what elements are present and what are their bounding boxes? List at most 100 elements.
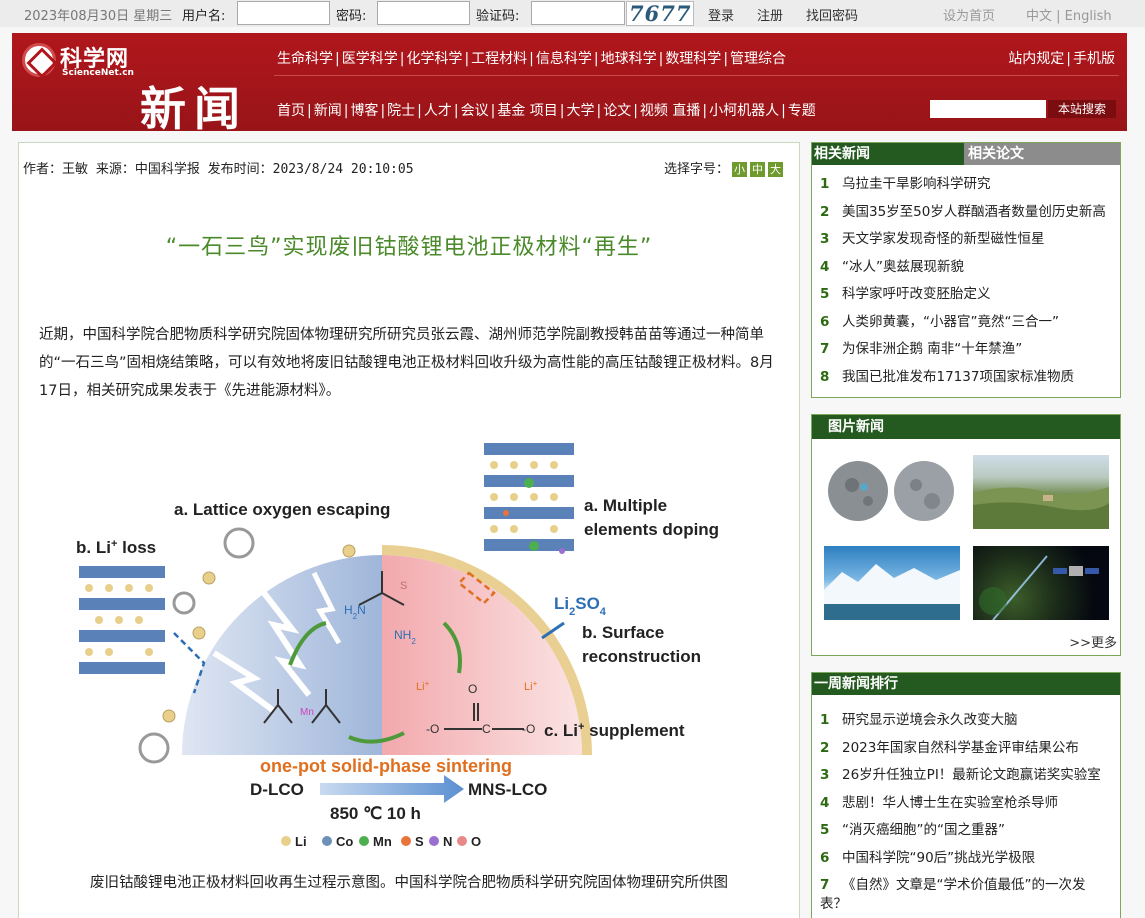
list-item[interactable]: 7 《自然》文章是“学术价值最低”的一次发表？ [820,872,1110,914]
captcha-image[interactable]: 7677 [626,1,694,26]
nav-math-physics[interactable]: 数理科学 [665,51,721,67]
article-figure: a. Lattice oxygen escaping b. Li+ loss a… [64,433,754,858]
font-size-selector: 选择字号：小中大 [664,158,783,177]
atom-neg-o-label-2: -O [522,722,535,736]
mobile-version-link[interactable]: 手机版 [1073,51,1115,67]
list-item[interactable]: 4 “冰人”奥兹展现新貌 [820,254,1106,282]
password-input[interactable] [377,1,470,25]
nav-news[interactable]: 新闻 [314,103,342,119]
recycling-schematic: a. Lattice oxygen escaping b. Li+ loss a… [76,443,719,849]
list-item[interactable]: 6 中国科学院“90后”挑战光学极限 [820,845,1110,873]
label-multi-doping-2: elements doping [584,520,719,539]
nav-conference[interactable]: 会议 [461,103,489,119]
nav-management[interactable]: 管理综合 [730,51,786,67]
list-item[interactable]: 8 我国已批准发布17137项国家标准物质 [820,364,1106,392]
current-date: 2023年08月30日 星期三 [24,9,173,24]
related-news-list: 1 乌拉圭干旱影响科学研究 2 美国35岁至50岁人群酗酒者数量创历史新高 3 天文学… [820,171,1106,391]
moon-craters-image [828,461,954,521]
article-title: “一石三鸟”实现废旧钴酸锂电池正极材料“再生” [165,235,653,260]
header-divider [274,75,1119,76]
nav-video-live[interactable]: 视频 直播 [640,103,700,119]
language-switch[interactable]: 中文 | English [1026,5,1112,24]
label-condition: 850 ℃ 10 h [330,804,421,823]
captcha-input[interactable] [531,1,625,25]
process-arrow [320,775,464,803]
label-surface-2: reconstruction [582,647,701,666]
article-body: 近期，中国科学院合肥物质科学研究院固体物理研究所研究员张云霞、湖州师范学院副教授… [39,327,774,399]
list-item[interactable]: 4 悲剧！华人博士生在实验室枪杀导师 [820,790,1110,818]
list-item[interactable]: 3 26岁升任独立PI！最新论文跑赢诺奖实验室 [820,762,1110,790]
list-item[interactable]: 5 “消灭癌细胞”的“国之重器” [820,817,1110,845]
font-medium-button[interactable]: 中 [750,162,765,177]
label-surface-1: b. Surface [582,623,664,642]
legend-li: Li [295,834,307,849]
forgot-password-link[interactable]: 找回密码 [806,5,858,24]
list-item[interactable]: 2 2023年国家自然科学基金评审结果公布 [820,735,1110,763]
weekly-ranking-box: 一周新闻排行 1 研究显示逆境会永久改变大脑 2 2023年国家自然科学基金评审结果… [811,672,1121,918]
subject-nav: 生命科学 | 医学科学 | 化学科学 | 工程材料 | 信息科学 | 地球科学 | 数理科学 | 管理综合 [277,51,787,67]
nav-blog[interactable]: 博客 [350,103,378,119]
atom-mn-label: Mn [300,707,314,718]
font-small-button[interactable]: 小 [732,162,747,177]
legend-s: S [415,834,424,849]
site-logo[interactable]: 科学网 ScienceNet.cn [22,41,140,83]
register-link[interactable]: 注册 [757,5,783,24]
nav-talent[interactable]: 人才 [424,103,452,119]
legend-dot-s [401,836,411,846]
picture-moon[interactable] [824,455,960,529]
site-header: 科学网 ScienceNet.cn 新闻 生命科学 | 医学科学 | 化学科学 | 工程材料… [12,33,1127,136]
nav-chemistry[interactable]: 化学科学 [406,51,462,67]
site-rules-link[interactable]: 站内规定 [1008,51,1064,67]
picture-news-box: 图片新闻 >>更多 [811,414,1121,656]
list-item[interactable]: 6 人类卵黄囊，“小器官”竟然“三合一” [820,309,1106,337]
nav-robot[interactable]: 小柯机器人 [709,103,779,119]
legend-mn: Mn [373,834,392,849]
list-item[interactable]: 1 研究显示逆境会永久改变大脑 [820,707,1110,735]
set-homepage-link[interactable]: 设为首页 [943,5,995,24]
picture-glacier[interactable] [824,546,960,620]
list-item[interactable]: 7 为保非洲企鹅 南非“十年禁渔” [820,336,1106,364]
nav-medical-science[interactable]: 医学科学 [342,51,398,67]
lattice-left [79,566,165,674]
related-news-box: 相关新闻 相关论文 1 乌拉圭干旱影响科学研究 2 美国35岁至50岁人群酗酒者数量… [811,142,1121,398]
nav-papers[interactable]: 论文 [603,103,631,119]
logo-subtext: ScienceNet.cn [62,68,134,78]
font-large-button[interactable]: 大 [768,162,783,177]
nav-engineering[interactable]: 工程材料 [471,51,527,67]
nav-home[interactable]: 首页 [277,103,305,119]
tab-related-news[interactable]: 相关新闻 [812,143,964,165]
weekly-ranking-list: 1 研究显示逆境会永久改变大脑 2 2023年国家自然科学基金评审结果公布 3 26岁… [820,707,1110,914]
nav-earth-science[interactable]: 地球科学 [601,51,657,67]
list-item[interactable]: 2 美国35岁至50岁人群酗酒者数量创历史新高 [820,199,1106,227]
related-tabs: 相关新闻 相关论文 [812,143,1120,165]
logo-emblem-icon [22,43,56,77]
atom-legend: Li Co Mn S N O [281,834,481,849]
picture-landscape[interactable] [973,455,1109,529]
site-search-button[interactable]: 本站搜索 [1048,100,1116,118]
nav-life-science[interactable]: 生命科学 [277,51,333,67]
nav-university[interactable]: 大学 [566,103,594,119]
tab-related-papers[interactable]: 相关论文 [964,143,1120,165]
login-link[interactable]: 登录 [708,5,734,24]
label-mns-lco: MNS-LCO [468,780,547,799]
nav-information-science[interactable]: 信息科学 [536,51,592,67]
satellite-image [979,555,1099,621]
nav-topics[interactable]: 专题 [788,103,816,119]
figure-caption: 废旧钴酸锂电池正极材料回收再生过程示意图。中国科学院合肥物质科学研究院固体物理研… [90,875,728,891]
weekly-ranking-title: 一周新闻排行 [812,673,1120,695]
username-input[interactable] [237,1,330,25]
captcha-label: 验证码: [476,9,520,24]
nav-academician[interactable]: 院士 [387,103,415,119]
legend-dot-o [457,836,467,846]
label-li2so4: Li2SO4 [554,594,607,618]
list-item[interactable]: 5 科学家呼吁改变胚胎定义 [820,281,1106,309]
label-d-lco: D-LCO [250,780,304,799]
list-item[interactable]: 1 乌拉圭干旱影响科学研究 [820,171,1106,199]
site-search-input[interactable] [930,100,1046,118]
more-pictures-link[interactable]: >>更多 [1069,632,1117,651]
picture-news-title: 图片新闻 [812,415,1120,439]
nav-fund-project[interactable]: 基金 项目 [497,103,557,119]
top-login-bar: 2023年08月30日 星期三 用户名: 密码: 验证码: 7677 登录 注册… [0,0,1145,27]
list-item[interactable]: 3 天文学家发现奇怪的新型磁性恒星 [820,226,1106,254]
picture-satellite[interactable] [973,546,1109,621]
